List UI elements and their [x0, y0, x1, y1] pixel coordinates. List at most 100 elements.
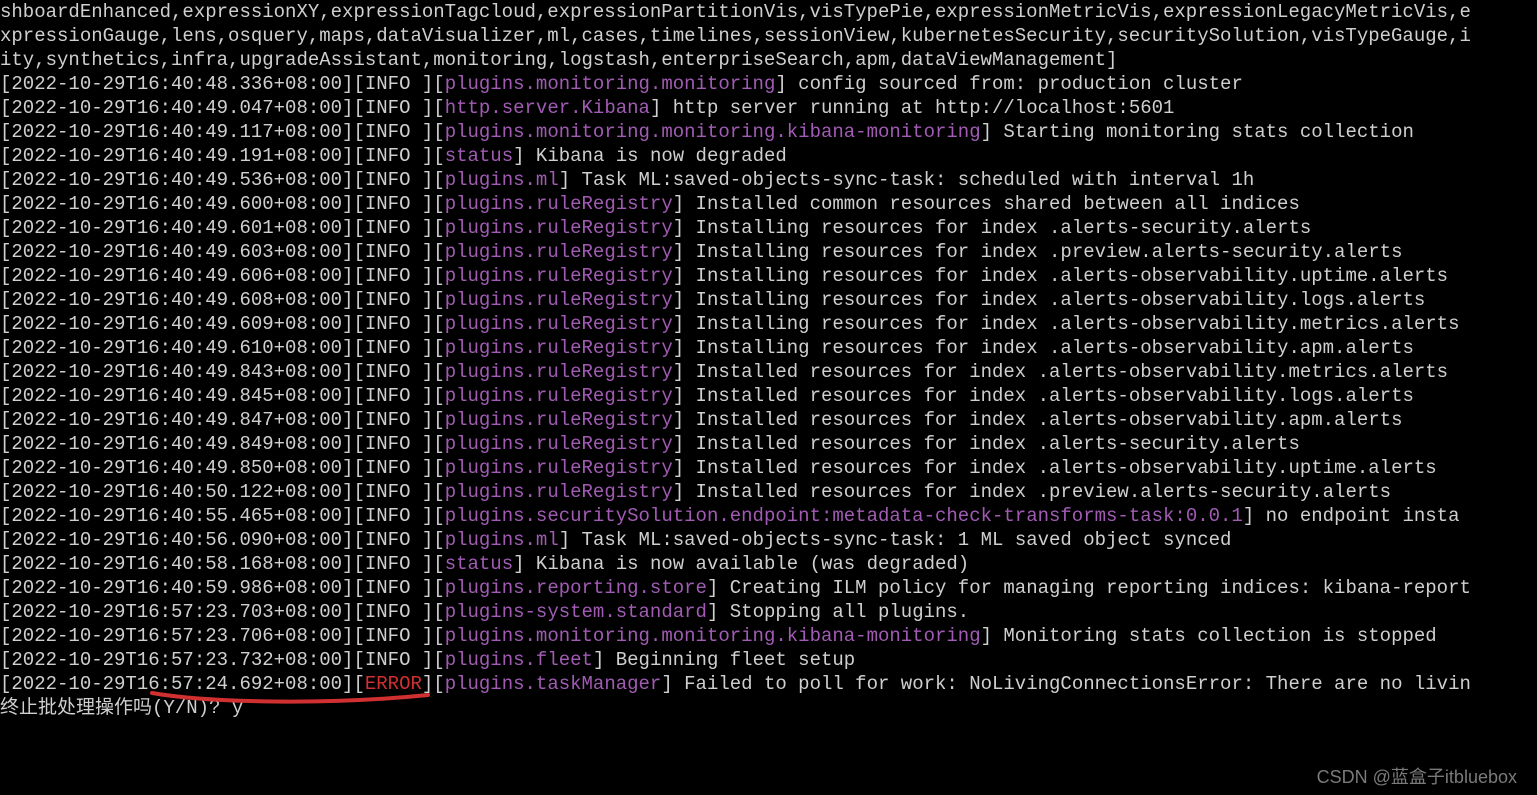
- log-context: plugins.ruleRegistry: [445, 241, 673, 263]
- watermark-text: CSDN @蓝盒子itbluebox: [1317, 765, 1517, 789]
- log-context: status: [445, 145, 513, 167]
- log-line: [2022-10-29T16:57:23.732+08:00][INFO ][p…: [0, 648, 1537, 672]
- log-level: INFO: [365, 649, 422, 671]
- log-line: [2022-10-29T16:40:49.845+08:00][INFO ][p…: [0, 384, 1537, 408]
- log-timestamp: [2022-10-29T16:40:49.600+08:00]: [0, 193, 353, 215]
- log-message: Monitoring stats collection is stopped: [992, 625, 1437, 647]
- batch-terminate-prompt[interactable]: 终止批处理操作吗(Y/N)? y: [0, 696, 1537, 720]
- log-context: plugins.ruleRegistry: [445, 289, 673, 311]
- log-timestamp: [2022-10-29T16:40:49.849+08:00]: [0, 433, 353, 455]
- log-message: Kibana is now available (was degraded): [525, 553, 970, 575]
- log-level: INFO: [365, 289, 422, 311]
- log-line: [2022-10-29T16:40:49.603+08:00][INFO ][p…: [0, 240, 1537, 264]
- log-timestamp: [2022-10-29T16:40:49.191+08:00]: [0, 145, 353, 167]
- log-context: plugins.ruleRegistry: [445, 193, 673, 215]
- log-message: Installing resources for index .alerts-s…: [684, 217, 1311, 239]
- log-line: [2022-10-29T16:40:49.117+08:00][INFO ][p…: [0, 120, 1537, 144]
- log-timestamp: [2022-10-29T16:40:49.047+08:00]: [0, 97, 353, 119]
- log-line: [2022-10-29T16:57:23.706+08:00][INFO ][p…: [0, 624, 1537, 648]
- log-timestamp: [2022-10-29T16:40:49.117+08:00]: [0, 121, 353, 143]
- log-timestamp: [2022-10-29T16:40:49.609+08:00]: [0, 313, 353, 335]
- log-context: plugins.ruleRegistry: [445, 385, 673, 407]
- log-timestamp: [2022-10-29T16:40:49.850+08:00]: [0, 457, 353, 479]
- log-context: plugins.ruleRegistry: [445, 481, 673, 503]
- log-message: Installed resources for index .alerts-ob…: [684, 409, 1402, 431]
- terminal-output[interactable]: shboardEnhanced,expressionXY,expressionT…: [0, 0, 1537, 720]
- log-level: INFO: [365, 193, 422, 215]
- log-line: [2022-10-29T16:57:24.692+08:00][ERROR][p…: [0, 672, 1537, 696]
- log-context: plugins.ruleRegistry: [445, 337, 673, 359]
- log-line: [2022-10-29T16:40:49.536+08:00][INFO ][p…: [0, 168, 1537, 192]
- log-message: Kibana is now degraded: [525, 145, 787, 167]
- log-line: [2022-10-29T16:40:49.047+08:00][INFO ][h…: [0, 96, 1537, 120]
- log-level: INFO: [365, 121, 422, 143]
- log-message: Installed common resources shared betwee…: [684, 193, 1300, 215]
- log-line: [2022-10-29T16:40:49.600+08:00][INFO ][p…: [0, 192, 1537, 216]
- log-timestamp: [2022-10-29T16:40:49.603+08:00]: [0, 241, 353, 263]
- log-line: [2022-10-29T16:40:49.850+08:00][INFO ][p…: [0, 456, 1537, 480]
- log-level: INFO: [365, 529, 422, 551]
- log-level: INFO: [365, 385, 422, 407]
- log-message: no endpoint insta: [1254, 505, 1459, 527]
- log-level: INFO: [365, 505, 422, 527]
- log-level: INFO: [365, 217, 422, 239]
- log-level: INFO: [365, 73, 422, 95]
- header-line: xpressionGauge,lens,osquery,maps,dataVis…: [0, 24, 1537, 48]
- log-context: plugins.ml: [445, 169, 559, 191]
- log-line: [2022-10-29T16:40:49.609+08:00][INFO ][p…: [0, 312, 1537, 336]
- log-context: plugins.taskManager: [445, 673, 662, 695]
- log-message: http server running at http://localhost:…: [661, 97, 1174, 119]
- log-timestamp: [2022-10-29T16:40:58.168+08:00]: [0, 553, 353, 575]
- log-line: [2022-10-29T16:40:49.608+08:00][INFO ][p…: [0, 288, 1537, 312]
- log-line: [2022-10-29T16:40:50.122+08:00][INFO ][p…: [0, 480, 1537, 504]
- log-message: config sourced from: production cluster: [787, 73, 1243, 95]
- log-level: INFO: [365, 457, 422, 479]
- log-timestamp: [2022-10-29T16:40:49.845+08:00]: [0, 385, 353, 407]
- log-message: Installing resources for index .alerts-o…: [684, 265, 1448, 287]
- log-line: [2022-10-29T16:40:49.610+08:00][INFO ][p…: [0, 336, 1537, 360]
- log-timestamp: [2022-10-29T16:40:49.536+08:00]: [0, 169, 353, 191]
- log-context: plugins.monitoring.monitoring.kibana-mon…: [445, 121, 981, 143]
- log-timestamp: [2022-10-29T16:57:24.692+08:00]: [0, 673, 353, 695]
- log-timestamp: [2022-10-29T16:57:23.706+08:00]: [0, 625, 353, 647]
- log-line: [2022-10-29T16:40:56.090+08:00][INFO ][p…: [0, 528, 1537, 552]
- log-timestamp: [2022-10-29T16:40:49.610+08:00]: [0, 337, 353, 359]
- log-context: plugins.ml: [445, 529, 559, 551]
- log-line: [2022-10-29T16:40:49.606+08:00][INFO ][p…: [0, 264, 1537, 288]
- log-timestamp: [2022-10-29T16:57:23.732+08:00]: [0, 649, 353, 671]
- log-level: INFO: [365, 361, 422, 383]
- log-line: [2022-10-29T16:40:49.601+08:00][INFO ][p…: [0, 216, 1537, 240]
- log-context: plugins.fleet: [445, 649, 593, 671]
- log-level: INFO: [365, 169, 422, 191]
- log-context: plugins.ruleRegistry: [445, 217, 673, 239]
- log-context: http.server.Kibana: [445, 97, 650, 119]
- header-line: shboardEnhanced,expressionXY,expressionT…: [0, 0, 1537, 24]
- log-timestamp: [2022-10-29T16:40:49.608+08:00]: [0, 289, 353, 311]
- log-context: plugins.reporting.store: [445, 577, 707, 599]
- log-message: Starting monitoring stats collection: [992, 121, 1414, 143]
- log-level: INFO: [365, 97, 422, 119]
- log-line: [2022-10-29T16:40:49.847+08:00][INFO ][p…: [0, 408, 1537, 432]
- log-message: Installed resources for index .alerts-se…: [684, 433, 1300, 455]
- log-message: Installing resources for index .alerts-o…: [684, 337, 1414, 359]
- log-context: plugins.ruleRegistry: [445, 361, 673, 383]
- log-message: Installing resources for index .preview.…: [684, 241, 1402, 263]
- log-message: Installed resources for index .preview.a…: [684, 481, 1391, 503]
- log-context: plugins.securitySolution.endpoint:metada…: [445, 505, 1243, 527]
- log-line: [2022-10-29T16:40:59.986+08:00][INFO ][p…: [0, 576, 1537, 600]
- log-message: Installed resources for index .alerts-ob…: [684, 385, 1414, 407]
- log-line: [2022-10-29T16:40:48.336+08:00][INFO ][p…: [0, 72, 1537, 96]
- log-level: INFO: [365, 577, 422, 599]
- log-message: Failed to poll for work: NoLivingConnect…: [673, 673, 1471, 695]
- log-level: INFO: [365, 601, 422, 623]
- log-timestamp: [2022-10-29T16:40:56.090+08:00]: [0, 529, 353, 551]
- log-timestamp: [2022-10-29T16:40:49.843+08:00]: [0, 361, 353, 383]
- log-timestamp: [2022-10-29T16:40:48.336+08:00]: [0, 73, 353, 95]
- log-line: [2022-10-29T16:40:49.191+08:00][INFO ][s…: [0, 144, 1537, 168]
- log-line: [2022-10-29T16:40:49.843+08:00][INFO ][p…: [0, 360, 1537, 384]
- log-line: [2022-10-29T16:40:55.465+08:00][INFO ][p…: [0, 504, 1537, 528]
- log-level: INFO: [365, 265, 422, 287]
- log-timestamp: [2022-10-29T16:40:59.986+08:00]: [0, 577, 353, 599]
- log-timestamp: [2022-10-29T16:40:49.601+08:00]: [0, 217, 353, 239]
- log-level: INFO: [365, 433, 422, 455]
